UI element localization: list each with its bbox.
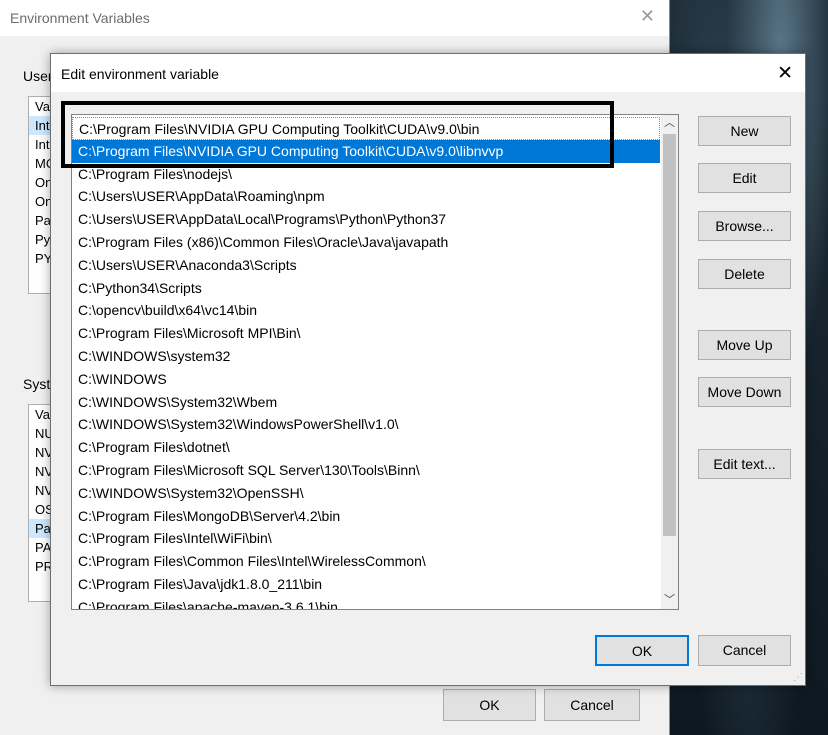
user-variables-label: User (23, 68, 53, 84)
edit-environment-variable-dialog: Edit environment variable ✕ C:\Program F… (50, 53, 806, 686)
path-items: C:\Program Files\NVIDIA GPU Computing To… (72, 117, 660, 609)
resize-grip-icon[interactable]: ⋰ (793, 672, 803, 683)
env-cancel-button[interactable]: Cancel (544, 689, 640, 721)
env-titlebar: Environment Variables ✕ (0, 0, 669, 36)
scroll-thumb[interactable] (663, 134, 676, 536)
path-item[interactable]: C:\Users\USER\AppData\Local\Programs\Pyt… (72, 208, 660, 231)
path-item[interactable]: C:\Program Files\Microsoft MPI\Bin\ (72, 322, 660, 345)
dialog-titlebar: Edit environment variable ✕ (51, 54, 805, 92)
path-item[interactable]: C:\Program Files\MongoDB\Server\4.2\bin (72, 505, 660, 528)
path-item[interactable]: C:\Program Files (x86)\Common Files\Orac… (72, 231, 660, 254)
path-item[interactable]: C:\Program Files\dotnet\ (72, 436, 660, 459)
path-item[interactable]: C:\Program Files\Microsoft SQL Server\13… (72, 459, 660, 482)
ok-button[interactable]: OK (595, 635, 689, 666)
path-item[interactable]: C:\WINDOWS\System32\OpenSSH\ (72, 482, 660, 505)
vertical-scrollbar[interactable]: ︿ ﹀ (661, 115, 678, 609)
move-up-button[interactable]: Move Up (698, 330, 791, 360)
path-item[interactable]: C:\Program Files\NVIDIA GPU Computing To… (72, 139, 660, 163)
path-item[interactable]: C:\WINDOWS\System32\WindowsPowerShell\v1… (72, 413, 660, 436)
system-variables-label: Syst (23, 376, 51, 392)
path-item[interactable]: C:\WINDOWS\System32\Wbem (72, 391, 660, 414)
path-item[interactable]: C:\WINDOWS (72, 368, 660, 391)
edit-text-button[interactable]: Edit text... (698, 449, 791, 479)
path-item[interactable]: C:\opencv\build\x64\vc14\bin (72, 299, 660, 322)
path-list[interactable]: C:\Program Files\NVIDIA GPU Computing To… (71, 114, 679, 610)
path-item[interactable]: C:\Program Files\nodejs\ (72, 163, 660, 186)
dialog-title: Edit environment variable (61, 66, 219, 82)
path-item[interactable]: C:\Program Files\NVIDIA GPU Computing To… (72, 117, 660, 140)
delete-button[interactable]: Delete (698, 259, 791, 289)
close-icon[interactable]: ✕ (777, 62, 793, 85)
path-item[interactable]: C:\WINDOWS\system32 (72, 345, 660, 368)
env-ok-button[interactable]: OK (443, 689, 536, 721)
edit-button[interactable]: Edit (698, 163, 791, 193)
path-item[interactable]: C:\Users\USER\AppData\Roaming\npm (72, 185, 660, 208)
path-item[interactable]: C:\Program Files\apache-maven-3.6.1\bin (72, 596, 660, 609)
path-item[interactable]: C:\Users\USER\Anaconda3\Scripts (72, 254, 660, 277)
path-item[interactable]: C:\Program Files\Common Files\Intel\Wire… (72, 550, 660, 573)
path-item[interactable]: C:\Program Files\Java\jdk1.8.0_211\bin (72, 573, 660, 596)
env-close-icon[interactable]: ✕ (640, 6, 655, 27)
move-down-button[interactable]: Move Down (698, 377, 791, 407)
new-button[interactable]: New (698, 116, 791, 146)
chevron-down-icon[interactable]: ﹀ (661, 592, 678, 609)
chevron-up-icon[interactable]: ︿ (661, 115, 678, 132)
path-item[interactable]: C:\Program Files\Intel\WiFi\bin\ (72, 527, 660, 550)
cancel-button[interactable]: Cancel (698, 635, 791, 666)
path-item[interactable]: C:\Python34\Scripts (72, 277, 660, 300)
env-window-title: Environment Variables (10, 10, 150, 26)
browse-button[interactable]: Browse... (698, 211, 791, 241)
